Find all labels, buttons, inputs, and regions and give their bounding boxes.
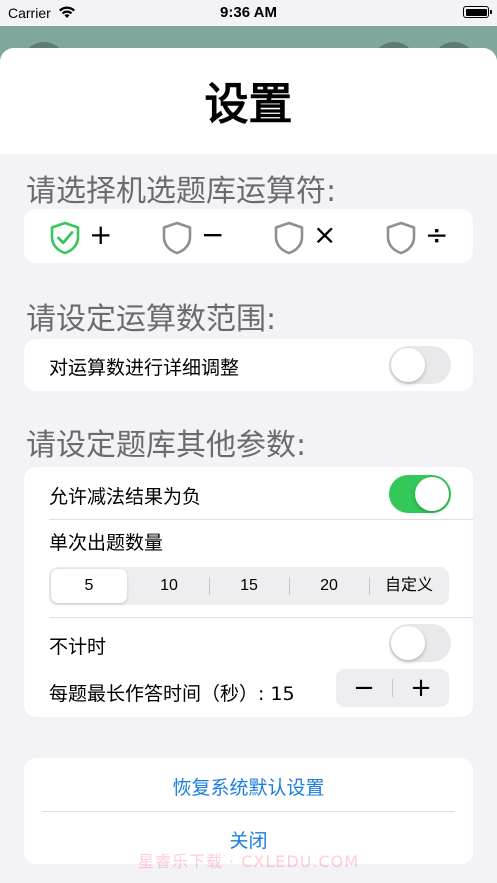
- toggle-knob: [391, 348, 425, 382]
- toggle-knob: [415, 477, 449, 511]
- count-option-20[interactable]: 20: [291, 569, 367, 603]
- operator-symbol: ÷: [425, 218, 449, 251]
- allow-negative-label: 允许减法结果为负: [49, 486, 202, 508]
- status-time: 9:36 AM: [220, 4, 277, 21]
- operator-symbol: −: [201, 218, 225, 251]
- restore-defaults-button[interactable]: 恢复系统默认设置: [24, 773, 473, 800]
- no-timer-toggle[interactable]: [389, 624, 451, 662]
- toggle-knob: [391, 626, 425, 660]
- other-section-title: 请设定题库其他参数:: [26, 428, 307, 463]
- sheet-header: 设置: [0, 48, 497, 154]
- increment-button[interactable]: +: [393, 669, 449, 707]
- shield-icon: [274, 221, 304, 255]
- battery-icon: [463, 6, 492, 18]
- row-separator: [49, 519, 473, 520]
- sheet-title: 设置: [204, 79, 293, 130]
- other-params-card: 允许减法结果为负 单次出题数量 5 10 15 20 自定义 不计时 每题最长作…: [24, 467, 473, 717]
- row-separator: [49, 617, 473, 618]
- detail-adjust-label: 对运算数进行详细调整: [49, 357, 240, 379]
- shield-icon: [162, 221, 192, 255]
- segment-divider: [369, 577, 370, 595]
- count-option-10[interactable]: 10: [131, 569, 207, 603]
- segment-divider: [209, 577, 210, 595]
- max-time-stepper: − +: [336, 669, 449, 707]
- range-section-title: 请设定运算数范围:: [26, 302, 277, 337]
- settings-sheet: 设置 请选择机选题库运算符: + − × ÷ 请设定运算数范围: 对运算数进行详…: [0, 48, 497, 883]
- status-bar: Carrier 9:36 AM: [0, 0, 497, 26]
- allow-negative-toggle[interactable]: [389, 475, 451, 513]
- range-card: 对运算数进行详细调整: [24, 339, 473, 391]
- shield-icon: [386, 221, 416, 255]
- row-separator: [42, 811, 455, 812]
- watermark-text: 星睿乐下载 · CXLEDU.COM: [137, 852, 360, 871]
- count-option-15[interactable]: 15: [211, 569, 287, 603]
- no-timer-label: 不计时: [49, 636, 107, 658]
- question-count-segmented: 5 10 15 20 自定义: [49, 567, 449, 605]
- question-count-label: 单次出题数量: [49, 532, 164, 554]
- shield-checkmark-icon: [50, 221, 80, 255]
- operators-card: + − × ÷: [24, 209, 473, 263]
- operator-symbol: +: [89, 218, 113, 251]
- operators-section-title: 请选择机选题库运算符:: [26, 174, 337, 209]
- segment-divider: [289, 577, 290, 595]
- max-time-label: 每题最长作答时间（秒）: 15: [49, 683, 295, 705]
- decrement-button[interactable]: −: [336, 669, 392, 707]
- count-option-5[interactable]: 5: [51, 569, 127, 603]
- count-option-custom[interactable]: 自定义: [371, 569, 447, 603]
- detail-adjust-toggle[interactable]: [389, 346, 451, 384]
- operator-symbol: ×: [313, 218, 337, 251]
